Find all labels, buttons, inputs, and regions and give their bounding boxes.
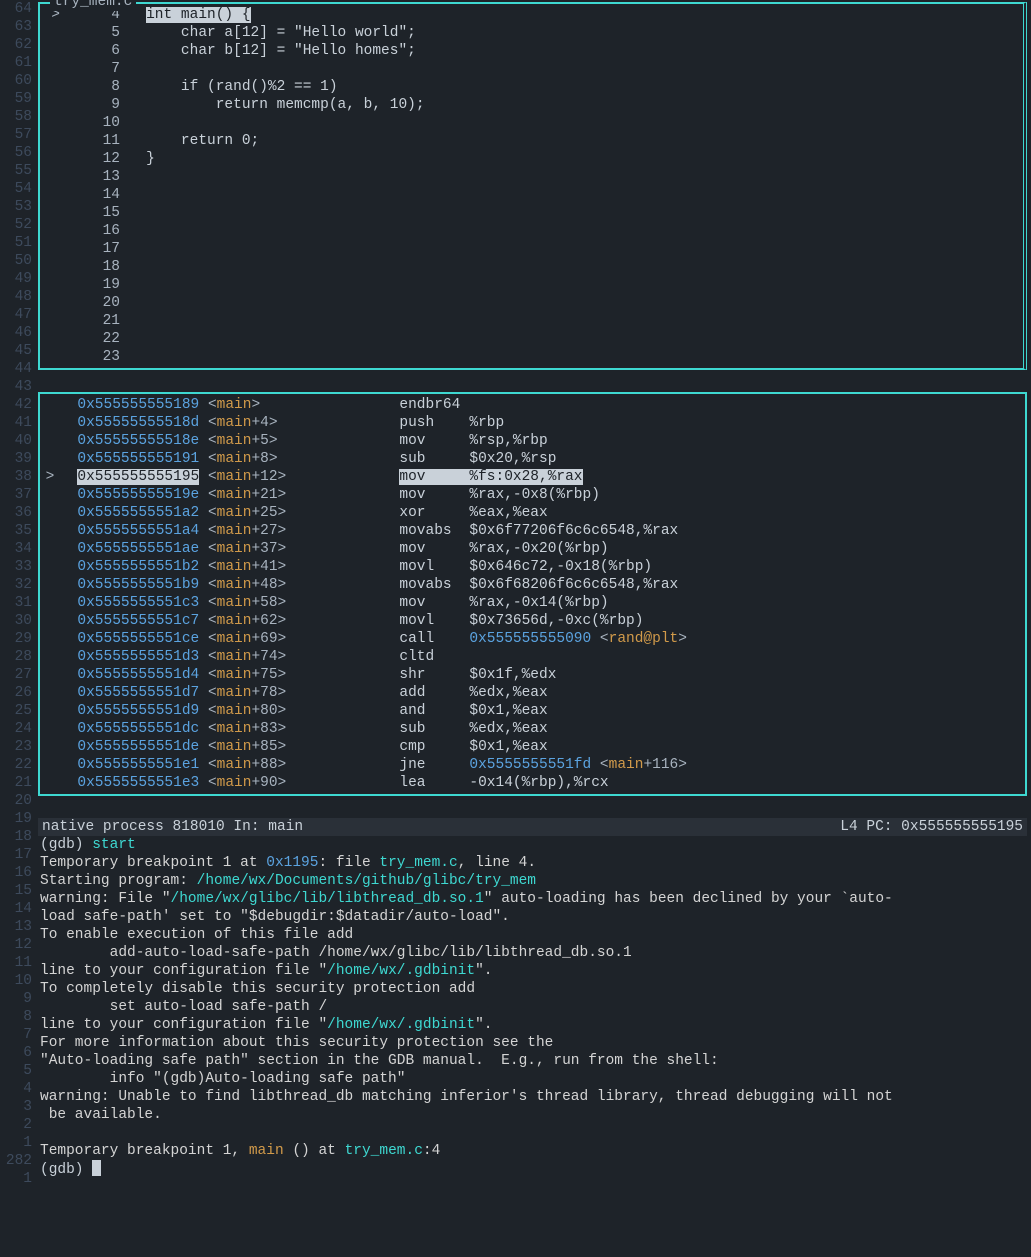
source-line[interactable]: 19	[40, 276, 1015, 294]
source-listing[interactable]: >4 int main() { 5 char a[12] = "Hello wo…	[40, 6, 1015, 366]
source-line[interactable]: 11 return 0;	[40, 132, 1015, 150]
asm-line[interactable]: 0x555555555191 <main+8> sub $0x20,%rsp	[40, 450, 1017, 468]
source-line[interactable]: 20	[40, 294, 1015, 312]
asm-line[interactable]: 0x5555555551a4 <main+27> movabs $0x6f772…	[40, 522, 1017, 540]
source-line[interactable]: 8 if (rand()%2 == 1)	[40, 78, 1015, 96]
source-line[interactable]: 10	[40, 114, 1015, 132]
asm-line[interactable]: 0x5555555551e1 <main+88> jne 0x555555555…	[40, 756, 1017, 774]
disassembly-listing[interactable]: 0x555555555189 <main> endbr64 0x55555555…	[40, 396, 1017, 792]
status-bar: native process 818010 In: main L4 PC: 0x…	[38, 818, 1027, 836]
cursor-icon	[92, 1160, 101, 1176]
asm-line[interactable]: 0x55555555519e <main+21> mov %rax,-0x8(%…	[40, 486, 1017, 504]
source-line[interactable]: 7	[40, 60, 1015, 78]
asm-line[interactable]: 0x5555555551a2 <main+25> xor %eax,%eax	[40, 504, 1017, 522]
gdb-console[interactable]: (gdb) start Temporary breakpoint 1 at 0x…	[38, 836, 1031, 1196]
asm-line[interactable]: 0x55555555518e <main+5> mov %rsp,%rbp	[40, 432, 1017, 450]
status-left: native process 818010 In: main	[42, 818, 840, 836]
source-line[interactable]: 22	[40, 330, 1015, 348]
asm-line[interactable]: 0x5555555551dc <main+83> sub %edx,%eax	[40, 720, 1017, 738]
asm-line[interactable]: 0x5555555551c7 <main+62> movl $0x73656d,…	[40, 612, 1017, 630]
source-line[interactable]: 9 return memcmp(a, b, 10);	[40, 96, 1015, 114]
source-file-title: try_mem.c	[50, 0, 136, 11]
source-line[interactable]: 5 char a[12] = "Hello world";	[40, 24, 1015, 42]
asm-line[interactable]: 0x555555555189 <main> endbr64	[40, 396, 1017, 414]
asm-line[interactable]: 0x5555555551d7 <main+78> add %edx,%eax	[40, 684, 1017, 702]
asm-line[interactable]: 0x5555555551d9 <main+80> and $0x1,%eax	[40, 702, 1017, 720]
asm-line[interactable]: 0x5555555551e3 <main+90> lea -0x14(%rbp)…	[40, 774, 1017, 792]
source-line[interactable]: >4 int main() {	[40, 6, 1015, 24]
source-line[interactable]: 17	[40, 240, 1015, 258]
asm-line[interactable]: 0x55555555518d <main+4> push %rbp	[40, 414, 1017, 432]
asm-line[interactable]: 0x5555555551b2 <main+41> movl $0x646c72,…	[40, 558, 1017, 576]
gdb-prompt: (gdb)	[40, 837, 92, 853]
editor-line-gutter: 6463626160595857565554535251504948474645…	[0, 0, 38, 1196]
source-line[interactable]: 6 char b[12] = "Hello homes";	[40, 42, 1015, 60]
source-line[interactable]: 13	[40, 168, 1015, 186]
source-line[interactable]: 23	[40, 348, 1015, 366]
source-line[interactable]: 12 }	[40, 150, 1015, 168]
source-line[interactable]: 14	[40, 186, 1015, 204]
asm-line[interactable]: 0x5555555551ae <main+37> mov %rax,-0x20(…	[40, 540, 1017, 558]
asm-line[interactable]: 0x5555555551b9 <main+48> movabs $0x6f682…	[40, 576, 1017, 594]
gdb-prompt[interactable]: (gdb)	[40, 1162, 92, 1178]
status-right: L4 PC: 0x555555555195	[840, 818, 1023, 836]
asm-line[interactable]: 0x5555555551c3 <main+58> mov %rax,-0x14(…	[40, 594, 1017, 612]
source-line[interactable]: 18	[40, 258, 1015, 276]
source-line[interactable]: 16	[40, 222, 1015, 240]
asm-line[interactable]: 0x5555555551d4 <main+75> shr $0x1f,%edx	[40, 666, 1017, 684]
asm-line[interactable]: 0x5555555551de <main+85> cmp $0x1,%eax	[40, 738, 1017, 756]
source-panel: try_mem.c >4 int main() { 5 char a[12] =…	[38, 2, 1027, 370]
source-line[interactable]: 15	[40, 204, 1015, 222]
asm-line[interactable]: 0x5555555551ce <main+69> call 0x55555555…	[40, 630, 1017, 648]
source-line[interactable]: 21	[40, 312, 1015, 330]
asm-line[interactable]: > 0x555555555195 <main+12> mov %fs:0x28,…	[40, 468, 1017, 486]
disassembly-panel: 0x555555555189 <main> endbr64 0x55555555…	[38, 392, 1027, 796]
asm-line[interactable]: 0x5555555551d3 <main+74> cltd	[40, 648, 1017, 666]
